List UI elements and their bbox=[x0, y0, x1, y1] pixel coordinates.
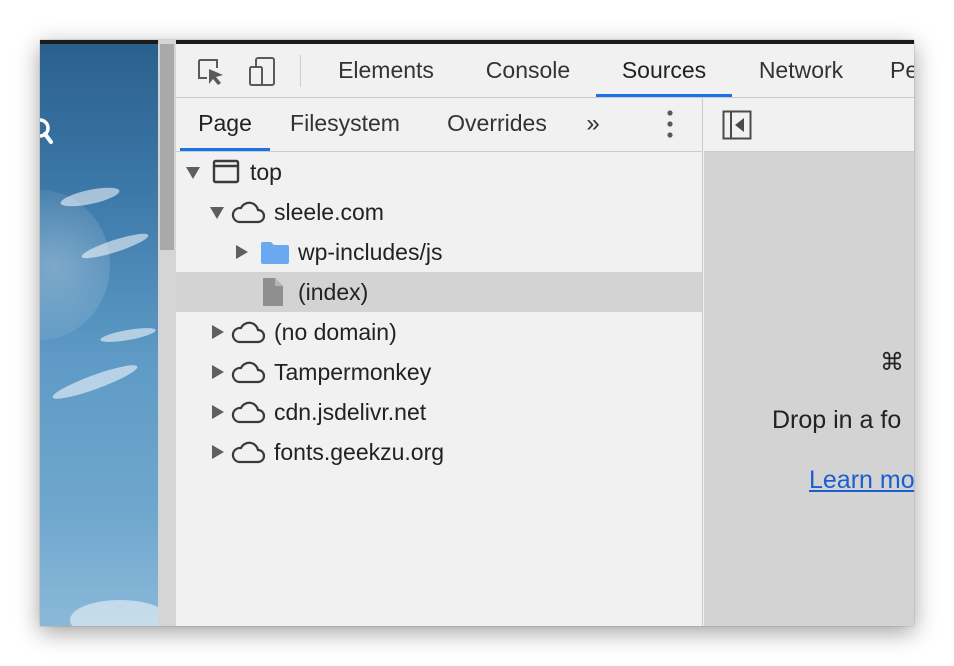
background-cloud bbox=[70, 600, 158, 626]
file-icon bbox=[263, 278, 283, 306]
background-cloud bbox=[99, 325, 157, 345]
folder-icon bbox=[261, 242, 289, 264]
tab-network[interactable]: Network bbox=[736, 44, 866, 97]
keyboard-shortcut-hint: ⌘ bbox=[880, 349, 904, 376]
tree-row-no-domain[interactable]: (no domain) bbox=[176, 312, 702, 352]
navigator-tabs: Page Filesystem Overrides » bbox=[176, 98, 703, 152]
collapsed-arrow-icon[interactable] bbox=[212, 445, 224, 459]
webpage-top-bar bbox=[40, 40, 158, 44]
sources-navigator: Page Filesystem Overrides » top sleele.c… bbox=[176, 98, 703, 626]
tree-item-label: (no domain) bbox=[274, 319, 397, 345]
tree-item-label: top bbox=[250, 159, 282, 185]
inspect-element-icon[interactable] bbox=[196, 57, 226, 87]
more-options-icon[interactable] bbox=[658, 108, 682, 142]
search-icon[interactable] bbox=[40, 114, 58, 146]
collapsed-arrow-icon[interactable] bbox=[212, 405, 224, 419]
collapsed-arrow-icon[interactable] bbox=[236, 245, 248, 259]
background-cloud bbox=[50, 360, 140, 404]
more-tabs-chevron-icon[interactable]: » bbox=[580, 110, 606, 138]
device-toolbar-icon[interactable] bbox=[248, 57, 278, 87]
frame-icon bbox=[212, 159, 240, 184]
tab-elements[interactable]: Elements bbox=[324, 44, 448, 97]
tree-item-label: sleele.com bbox=[274, 199, 384, 225]
tree-item-label: cdn.jsdelivr.net bbox=[274, 399, 427, 425]
file-tree: top sleele.com wp-includes/js (index) (n… bbox=[176, 152, 702, 472]
tree-row-wp-includes[interactable]: wp-includes/js bbox=[176, 232, 702, 272]
expanded-arrow-icon[interactable] bbox=[210, 207, 224, 219]
tree-row-index[interactable]: (index) bbox=[176, 272, 702, 312]
webpage-scrollbar[interactable] bbox=[158, 40, 176, 626]
scrollbar-thumb[interactable] bbox=[160, 44, 174, 250]
cloud-icon bbox=[231, 401, 266, 424]
tab-console[interactable]: Console bbox=[464, 44, 592, 97]
cloud-icon bbox=[231, 441, 266, 464]
tree-row-sleele-com[interactable]: sleele.com bbox=[176, 192, 702, 232]
tab-sources[interactable]: Sources bbox=[596, 44, 732, 97]
learn-more-link[interactable]: Learn mo bbox=[809, 466, 914, 495]
cloud-icon bbox=[231, 321, 266, 344]
window-frame: Elements Console Sources Network Pe Page… bbox=[40, 40, 914, 626]
cloud-icon bbox=[231, 201, 266, 224]
toggle-navigator-icon[interactable] bbox=[722, 110, 752, 140]
tab-page[interactable]: Page bbox=[180, 98, 270, 151]
tree-item-label: Tampermonkey bbox=[274, 359, 432, 385]
tab-filesystem[interactable]: Filesystem bbox=[280, 98, 410, 151]
editor-toolbar bbox=[704, 98, 914, 152]
webpage-preview bbox=[40, 40, 158, 626]
tree-row-cdn-jsdelivr[interactable]: cdn.jsdelivr.net bbox=[176, 392, 702, 432]
tree-item-label: fonts.geekzu.org bbox=[274, 439, 445, 465]
editor-pane: ⌘ Drop in a fo Learn mo bbox=[704, 98, 914, 626]
expanded-arrow-icon[interactable] bbox=[186, 167, 200, 179]
tree-row-fonts-geekzu[interactable]: fonts.geekzu.org bbox=[176, 432, 702, 472]
collapsed-arrow-icon[interactable] bbox=[212, 365, 224, 379]
background-cloud bbox=[59, 183, 121, 211]
main-toolbar: Elements Console Sources Network Pe bbox=[176, 44, 914, 98]
devtools-panel: Elements Console Sources Network Pe Page… bbox=[176, 40, 914, 626]
background-planet bbox=[40, 190, 110, 340]
drop-folder-hint: Drop in a fo bbox=[772, 406, 902, 434]
toolbar-separator bbox=[300, 55, 301, 87]
tree-row-tampermonkey[interactable]: Tampermonkey bbox=[176, 352, 702, 392]
cloud-icon bbox=[231, 361, 266, 384]
tab-performance[interactable]: Pe bbox=[890, 44, 914, 97]
collapsed-arrow-icon[interactable] bbox=[212, 325, 224, 339]
tab-overrides[interactable]: Overrides bbox=[434, 98, 560, 151]
tree-item-label: wp-includes/js bbox=[298, 239, 443, 265]
tree-row-top[interactable]: top bbox=[176, 152, 702, 192]
tree-item-label: (index) bbox=[298, 279, 369, 305]
